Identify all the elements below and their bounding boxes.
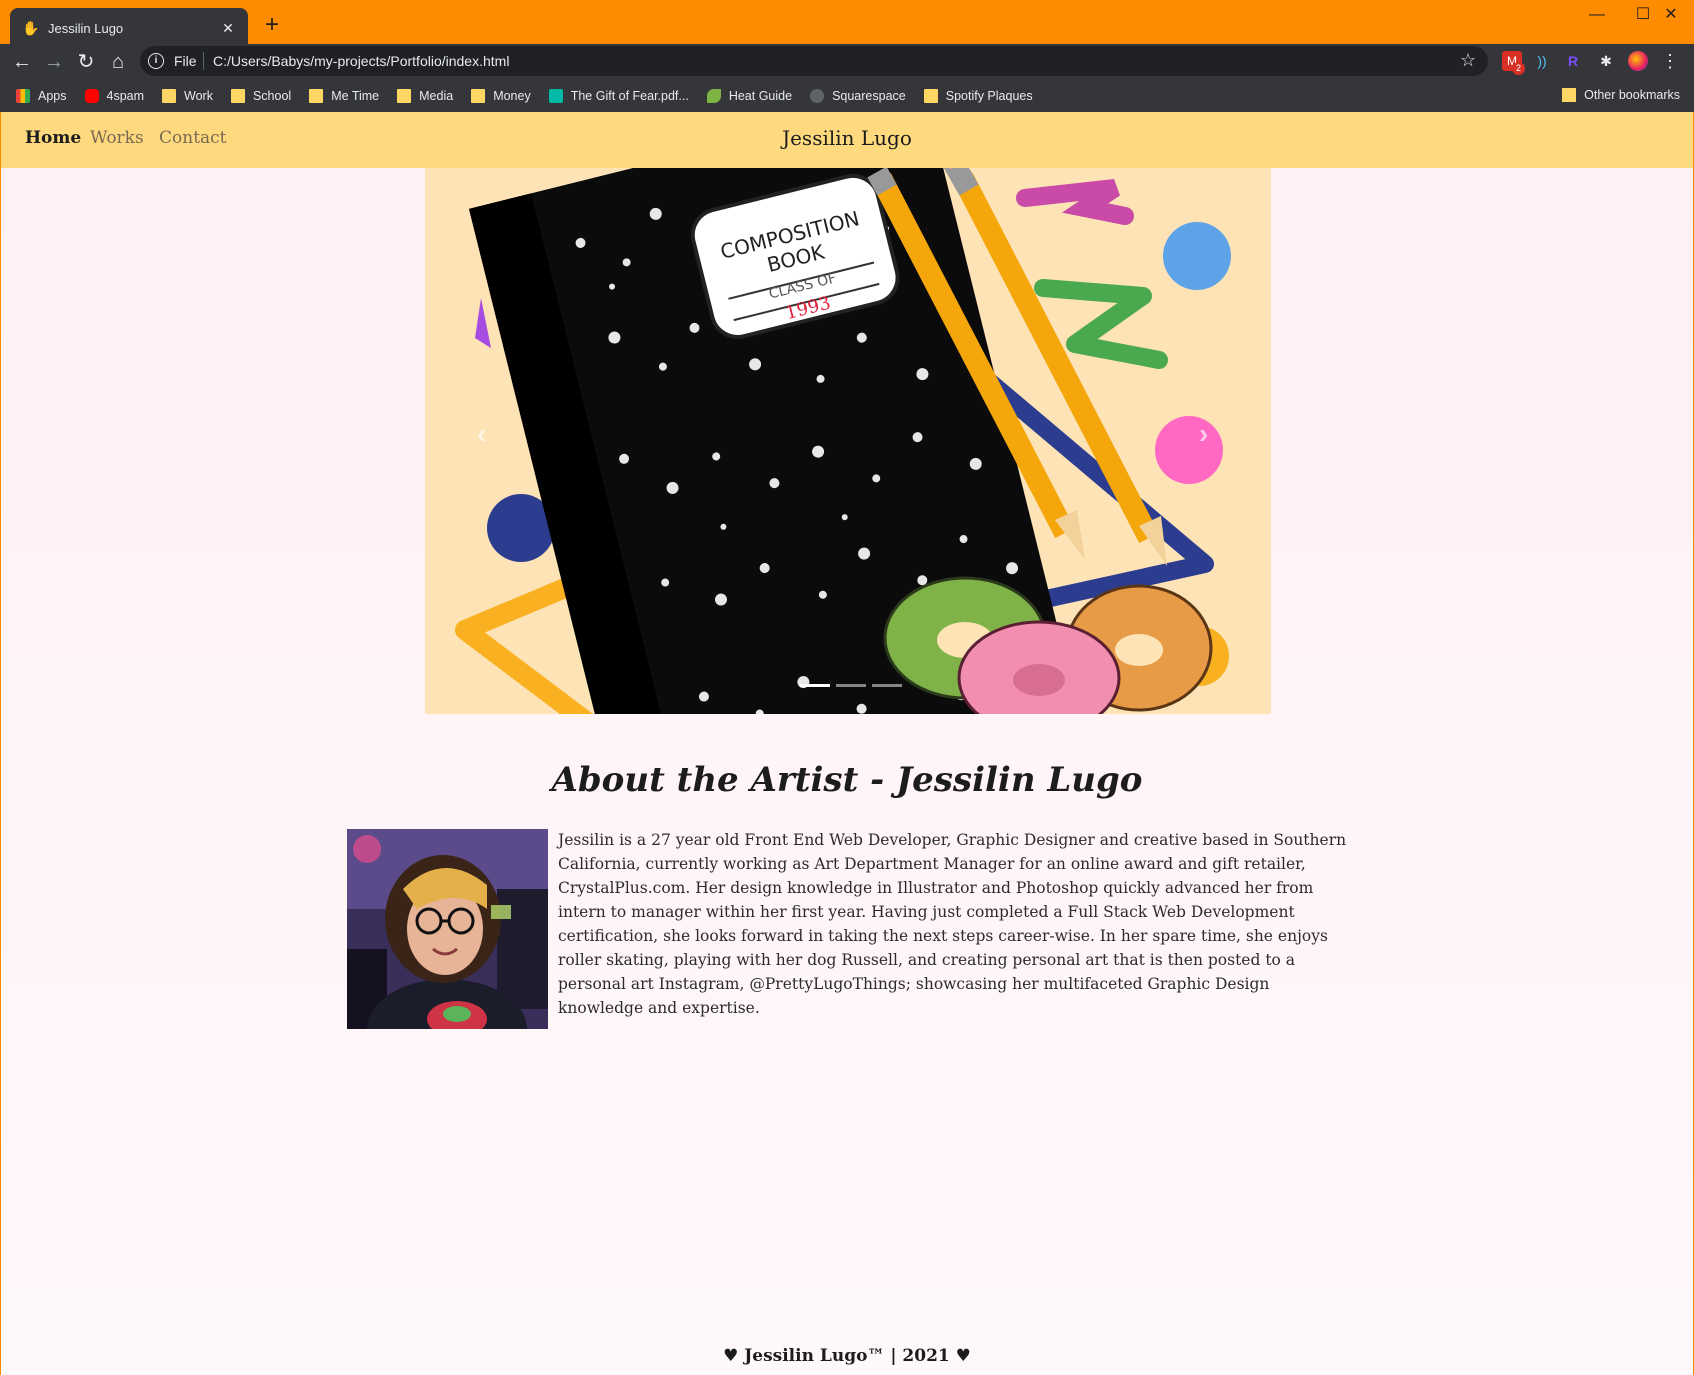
audio-extension-icon[interactable]: )) bbox=[1532, 51, 1552, 71]
about-paragraph: Jessilin is a 27 year old Front End Web … bbox=[558, 831, 1347, 1017]
bookmark-heat-guide[interactable]: Heat Guide bbox=[706, 89, 793, 103]
bookmark-label: Spotify Plaques bbox=[945, 89, 1033, 103]
browser-tab[interactable]: ✋ Jessilin Lugo ✕ bbox=[10, 8, 248, 48]
carousel-prev-icon[interactable]: ‹ bbox=[477, 418, 486, 450]
bookmark-gift-of-fear[interactable]: The Gift of Fear.pdf... bbox=[548, 89, 689, 103]
bookmark-media[interactable]: Media bbox=[397, 89, 453, 103]
bookmark-star-icon[interactable]: ☆ bbox=[1460, 50, 1476, 71]
bookmark-label: 4spam bbox=[106, 89, 145, 103]
gmail-unread-badge: 2 bbox=[1512, 62, 1525, 75]
site-navbar: Home Works Contact Jessilin Lugo bbox=[1, 112, 1693, 168]
magenta-stroke-shape bbox=[1016, 179, 1134, 225]
bookmark-label: Me Time bbox=[331, 89, 380, 103]
squarespace-icon bbox=[810, 89, 825, 103]
about-heading: About the Artist - Jessilin Lugo bbox=[551, 760, 1143, 800]
carousel-indicator[interactable] bbox=[800, 684, 830, 687]
bookmark-me-time[interactable]: Me Time bbox=[309, 89, 379, 103]
bookmark-squarespace[interactable]: Squarespace bbox=[810, 89, 906, 103]
portrait-image bbox=[347, 829, 548, 1029]
reload-icon[interactable]: ↻ bbox=[74, 50, 98, 74]
url-text[interactable]: C:/Users/Babys/my-projects/Portfolio/ind… bbox=[213, 53, 509, 69]
minimize-icon[interactable]: — bbox=[1574, 0, 1620, 32]
bookmark-money[interactable]: Money bbox=[471, 89, 531, 103]
other-bookmarks-label: Other bookmarks bbox=[1584, 88, 1680, 102]
carousel-indicator[interactable] bbox=[872, 684, 902, 687]
youtube-icon bbox=[84, 89, 99, 103]
folder-icon bbox=[162, 89, 177, 103]
browser-menu-icon[interactable]: ⋮ bbox=[1660, 51, 1680, 71]
other-bookmarks[interactable]: Other bookmarks bbox=[1562, 88, 1680, 102]
close-window-icon[interactable]: ✕ bbox=[1648, 0, 1694, 32]
bookmark-label: Money bbox=[493, 89, 531, 103]
site-brand[interactable]: Jessilin Lugo bbox=[1, 126, 1693, 150]
forward-icon[interactable]: → bbox=[42, 50, 66, 74]
bookmark-label: Apps bbox=[38, 89, 67, 103]
bookmark-apps[interactable]: Apps bbox=[16, 89, 67, 103]
artist-portrait bbox=[347, 829, 548, 1029]
image-carousel: COMPOSITION BOOK CLASS OF 1993 ‹ › bbox=[425, 168, 1271, 714]
bookmark-spotify-plaques[interactable]: Spotify Plaques bbox=[923, 89, 1033, 103]
carousel-next-icon[interactable]: › bbox=[1199, 418, 1208, 450]
bookmark-work[interactable]: Work bbox=[162, 89, 213, 103]
back-icon[interactable]: ← bbox=[10, 50, 34, 74]
carousel-indicators bbox=[797, 684, 905, 687]
bookmark-label: Work bbox=[184, 89, 213, 103]
folder-icon bbox=[230, 89, 245, 103]
purple-shape bbox=[475, 298, 491, 348]
bookmark-label: The Gift of Fear.pdf... bbox=[570, 89, 689, 103]
scheme-label: File bbox=[174, 53, 197, 69]
folder-icon bbox=[309, 89, 324, 103]
bookmark-label: Squarespace bbox=[832, 89, 906, 103]
new-tab-button[interactable]: + bbox=[258, 12, 286, 40]
page-viewport: Home Works Contact Jessilin Lugo COMPOSI… bbox=[0, 112, 1694, 1375]
pink-circle-shape bbox=[1155, 416, 1223, 484]
bookmarks-bar: Apps 4spam Work School Me Time Media Mon… bbox=[0, 80, 1694, 112]
tab-title: Jessilin Lugo bbox=[48, 20, 124, 36]
bookmark-school[interactable]: School bbox=[230, 89, 292, 103]
extensions-puzzle-icon[interactable]: ✱ bbox=[1596, 51, 1616, 71]
folder-icon bbox=[471, 89, 486, 103]
close-tab-icon[interactable]: ✕ bbox=[220, 20, 236, 36]
omnibox-divider bbox=[203, 52, 204, 70]
site-info-icon[interactable]: i bbox=[148, 53, 164, 69]
bookmark-label: School bbox=[252, 89, 292, 103]
profile-avatar[interactable] bbox=[1628, 51, 1648, 71]
leaf-icon bbox=[706, 89, 721, 103]
apps-icon bbox=[16, 89, 30, 103]
window-titlebar bbox=[0, 0, 1694, 48]
r-extension-icon[interactable]: R bbox=[1563, 51, 1583, 71]
folder-icon bbox=[923, 89, 938, 103]
tab-favicon-icon: ✋ bbox=[22, 20, 40, 36]
bookmark-label: Heat Guide bbox=[728, 89, 793, 103]
document-icon bbox=[548, 89, 563, 103]
blue-circle-shape bbox=[1163, 222, 1231, 290]
bookmark-label: Media bbox=[419, 89, 454, 103]
site-footer: ♥ Jessilin Lugo™ | 2021 ♥ bbox=[723, 1346, 971, 1366]
composition-book-illustration: COMPOSITION BOOK CLASS OF 1993 bbox=[455, 168, 1231, 714]
folder-icon bbox=[397, 89, 412, 103]
bookmark-4spam[interactable]: 4spam bbox=[84, 89, 145, 103]
home-icon[interactable]: ⌂ bbox=[106, 50, 130, 74]
carousel-indicator[interactable] bbox=[836, 684, 866, 687]
folder-icon bbox=[1562, 88, 1577, 102]
